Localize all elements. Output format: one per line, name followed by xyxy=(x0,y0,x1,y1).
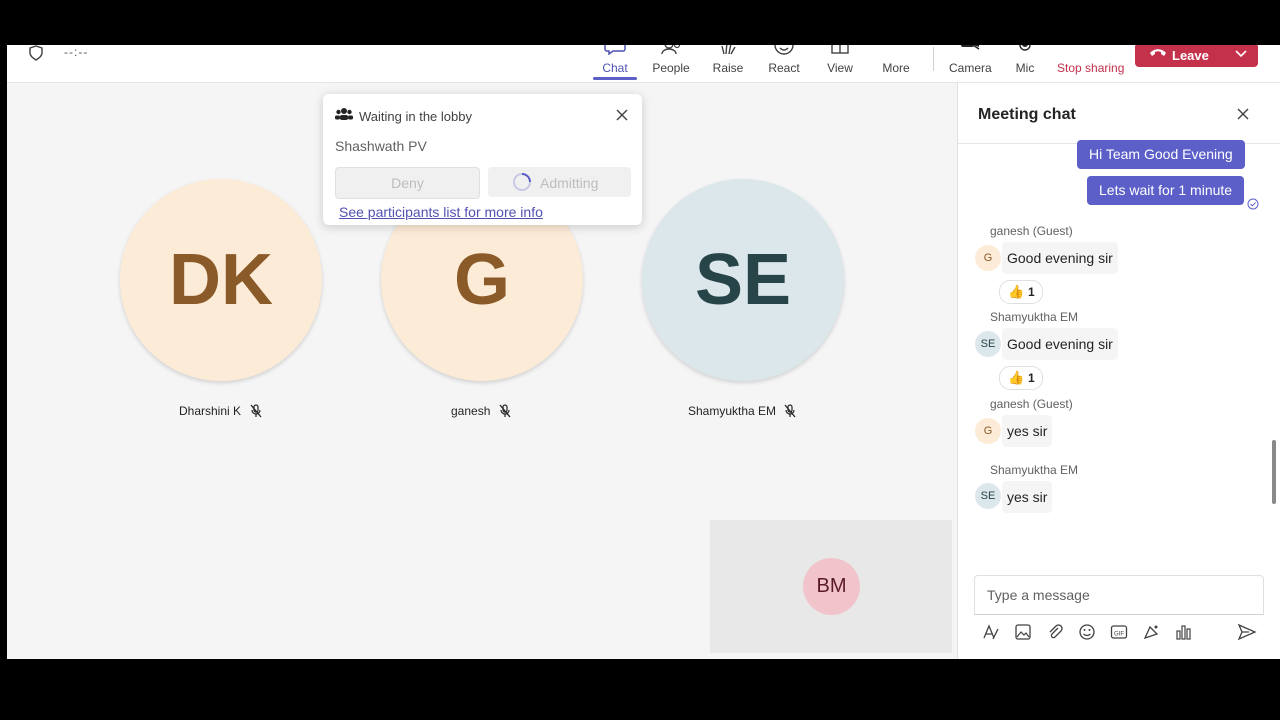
close-icon[interactable] xyxy=(1236,107,1250,121)
view-button[interactable]: View xyxy=(824,45,856,82)
more-button[interactable]: More xyxy=(879,45,913,82)
message-sender: ganesh (Guest) xyxy=(990,397,1073,411)
mic-off-icon xyxy=(499,404,511,418)
raise-label: Raise xyxy=(712,61,744,75)
view-label: View xyxy=(827,61,853,75)
people-icon xyxy=(335,108,353,120)
mic-button[interactable]: Mic xyxy=(1013,45,1037,82)
reaction-badge[interactable]: 👍 1 xyxy=(999,366,1043,390)
phone-icon xyxy=(1150,49,1166,56)
my-message-bubble[interactable]: Lets wait for 1 minute xyxy=(1087,176,1245,205)
close-icon[interactable] xyxy=(615,108,629,122)
participants-list-link[interactable]: See participants list for more info xyxy=(339,204,543,220)
camera-button[interactable]: Camera xyxy=(949,45,992,82)
reaction-count: 1 xyxy=(1028,285,1035,299)
svg-text:GIF: GIF xyxy=(1114,632,1124,638)
seen-check-icon xyxy=(1247,198,1259,210)
raise-hand-icon xyxy=(721,45,736,55)
view-icon xyxy=(831,45,849,54)
admit-button[interactable]: Admitting xyxy=(488,167,631,197)
leave-label: Leave xyxy=(1172,48,1209,63)
lobby-person-name: Shashwath PV xyxy=(335,138,427,154)
meeting-stage: DK G SE Dharshini K ganesh Shamyuktha EM… xyxy=(7,83,957,659)
avatar: G xyxy=(975,245,1001,271)
thumbs-up-icon: 👍 xyxy=(1008,370,1025,385)
reaction-count: 1 xyxy=(1028,371,1035,385)
stop-sharing-button[interactable]: Stop sharing xyxy=(1057,45,1125,82)
chat-icon xyxy=(604,45,626,55)
participant-name: Dharshini K xyxy=(179,404,242,418)
more-label: More xyxy=(882,61,910,75)
chevron-down-icon[interactable] xyxy=(1234,49,1248,59)
chat-button[interactable]: Chat xyxy=(593,45,637,82)
emoji-icon[interactable] xyxy=(1078,623,1096,641)
lobby-notification: Waiting in the lobby Shashwath PV Deny A… xyxy=(323,94,642,225)
self-view-tile[interactable]: BM xyxy=(710,520,952,653)
avatar: BM xyxy=(803,558,860,615)
camera-label: Camera xyxy=(949,61,992,75)
chat-scrollbar-thumb[interactable] xyxy=(1272,440,1276,504)
chat-pane-title: Meeting chat xyxy=(978,106,1076,123)
message-sender: ganesh (Guest) xyxy=(990,224,1073,238)
stop-sharing-icon xyxy=(1079,45,1099,55)
meeting-timer: --:-- xyxy=(64,45,89,59)
teams-meeting-window: --:-- Chat People Raise React View More xyxy=(7,45,1280,659)
message-sender: Shamyuktha EM xyxy=(990,463,1079,477)
loading-spinner-icon xyxy=(513,173,531,191)
compose-placeholder: Type a message xyxy=(987,587,1090,603)
reaction-badge[interactable]: 👍 1 xyxy=(999,280,1043,304)
mic-off-icon xyxy=(784,404,796,418)
mic-icon xyxy=(1019,45,1031,51)
message-sender: Shamyuktha EM xyxy=(990,310,1079,324)
leave-button[interactable]: Leave xyxy=(1135,45,1258,67)
send-icon[interactable] xyxy=(1237,623,1257,641)
message-bubble[interactable]: Good evening sir xyxy=(1002,242,1118,274)
sticker-icon[interactable] xyxy=(1142,623,1160,641)
react-button[interactable]: React xyxy=(766,45,802,82)
poll-icon[interactable] xyxy=(1174,623,1192,641)
avatar: G xyxy=(975,418,1001,444)
meeting-chat-pane: Meeting chat Hi Team Good Evening Lets w… xyxy=(957,83,1280,659)
react-label: React xyxy=(768,61,800,75)
participant-name: ganesh xyxy=(451,404,491,418)
chat-label: Chat xyxy=(602,61,628,75)
participant-name: Shamyuktha EM xyxy=(688,404,777,418)
admitting-label: Admitting xyxy=(540,175,599,191)
image-icon[interactable] xyxy=(1014,623,1032,641)
my-message-bubble[interactable]: Hi Team Good Evening xyxy=(1077,140,1245,169)
message-bubble[interactable]: yes sir xyxy=(1002,415,1053,447)
people-label: People xyxy=(652,61,690,75)
people-button[interactable]: People xyxy=(651,45,691,82)
toolbar-divider xyxy=(933,47,934,71)
message-bubble[interactable]: yes sir xyxy=(1002,481,1053,513)
thumbs-up-icon: 👍 xyxy=(1008,284,1025,299)
avatar: SE xyxy=(975,331,1001,357)
message-bubble[interactable]: Good evening sir xyxy=(1002,328,1118,360)
stop-sharing-label: Stop sharing xyxy=(1057,61,1125,75)
lobby-title: Waiting in the lobby xyxy=(359,109,472,124)
mic-label: Mic xyxy=(1015,61,1035,75)
format-icon[interactable] xyxy=(982,623,1000,641)
meeting-toolbar: --:-- Chat People Raise React View More xyxy=(7,45,1280,83)
shield-icon[interactable] xyxy=(27,45,45,61)
gif-icon[interactable]: GIF xyxy=(1110,623,1128,641)
mic-off-icon xyxy=(250,404,262,418)
deny-button[interactable]: Deny xyxy=(335,167,480,199)
participant-initials: SE xyxy=(694,240,792,320)
participant-initials: DK xyxy=(169,240,273,320)
raise-hand-button[interactable]: Raise xyxy=(710,45,746,82)
chat-active-indicator xyxy=(593,77,637,80)
participant-tile-se[interactable]: SE xyxy=(642,179,844,381)
camera-icon xyxy=(961,45,980,50)
attach-icon[interactable] xyxy=(1046,623,1064,641)
participant-tile-dk[interactable]: DK xyxy=(120,179,322,381)
message-compose-box[interactable]: Type a message xyxy=(974,575,1264,615)
react-icon xyxy=(774,45,794,55)
avatar: SE xyxy=(975,483,1001,509)
people-icon xyxy=(661,45,681,55)
